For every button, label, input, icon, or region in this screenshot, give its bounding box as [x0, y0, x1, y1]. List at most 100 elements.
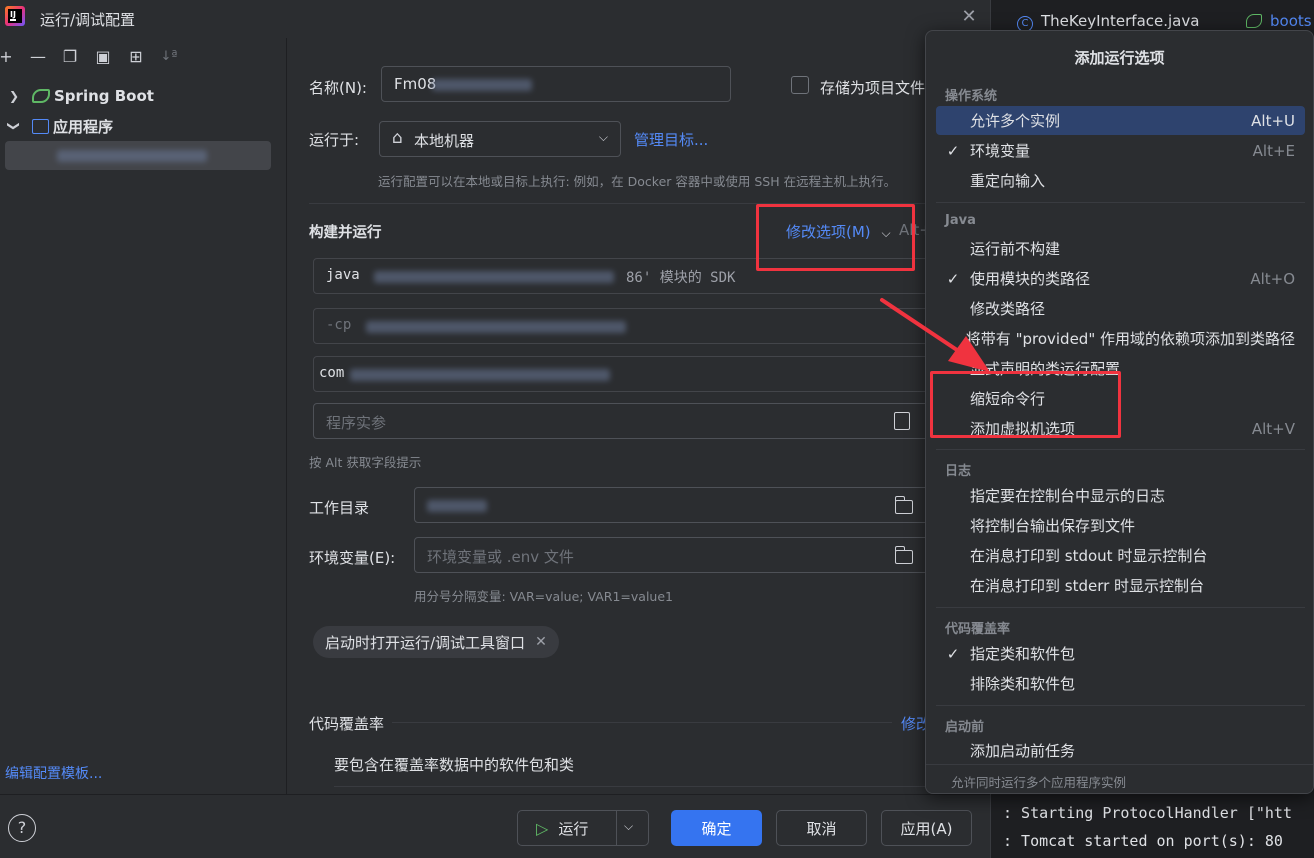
- section-header-before-launch: 启动前: [945, 720, 985, 735]
- config-sidebar: + — ❐ ▣ ⊞ ↓ª ❯ Spring Boot ❯ 应用程序 编辑配置模板…: [0, 38, 287, 794]
- check-icon: ✓: [946, 269, 960, 288]
- option-exclude-classes[interactable]: 排除类和软件包: [936, 669, 1305, 698]
- redacted-classpath: [366, 321, 626, 333]
- ok-button[interactable]: 确定: [671, 810, 762, 846]
- popup-footer-description: 允许同时运行多个应用程序实例: [926, 764, 1313, 793]
- option-console-on-stderr[interactable]: 在消息打印到 stderr 时显示控制台: [936, 571, 1305, 600]
- redacted-config-name: [57, 150, 207, 162]
- main-class-field[interactable]: com: [313, 356, 933, 392]
- help-icon[interactable]: ?: [8, 814, 36, 842]
- alt-hint: 按 Alt 获取字段提示: [309, 455, 422, 470]
- console-line: : Tomcat started on port(s): 80: [1003, 832, 1283, 850]
- option-save-console-output[interactable]: 将控制台输出保存到文件: [936, 511, 1305, 540]
- folder-icon[interactable]: [894, 546, 913, 564]
- build-run-header: 构建并运行: [309, 225, 382, 241]
- name-field[interactable]: Fm08: [381, 66, 731, 102]
- redacted-sdk: [374, 271, 614, 283]
- store-as-project-file-label: 存储为项目文件: [820, 79, 926, 97]
- env-field[interactable]: 环境变量或 .env 文件: [414, 537, 934, 573]
- divider: [936, 449, 1305, 450]
- section-header-logs: 日志: [945, 464, 972, 479]
- section-header-os: 操作系统: [945, 89, 998, 104]
- env-label: 环境变量(E):: [309, 549, 396, 567]
- section-header-coverage: 代码覆盖率: [945, 622, 1011, 637]
- redacted-workdir: [427, 500, 487, 512]
- classpath-field[interactable]: -cp: [313, 308, 933, 344]
- program-args-field[interactable]: 程序实参: [313, 403, 933, 439]
- name-label: 名称(N):: [309, 79, 367, 97]
- option-provided-scope[interactable]: 将带有 "provided" 作用域的依赖项添加到类路径: [936, 324, 1305, 353]
- popup-title: 添加运行选项: [1074, 49, 1165, 67]
- copy-icon[interactable]: ❐: [60, 46, 80, 68]
- check-icon: ✓: [946, 141, 960, 160]
- tree-item-label: Spring Boot: [54, 87, 154, 105]
- chevron-down-icon: ❯: [7, 120, 21, 132]
- workdir-label: 工作目录: [309, 499, 370, 517]
- annotation-box-shorten-command-line: [930, 371, 1121, 438]
- editor-tab-boots[interactable]: boots: [1246, 12, 1312, 30]
- folder-icon[interactable]: [894, 496, 913, 514]
- option-logs-in-console[interactable]: 指定要在控制台中显示的日志: [936, 481, 1305, 510]
- add-icon[interactable]: +: [0, 46, 16, 68]
- divider: [936, 607, 1305, 608]
- new-folder-icon[interactable]: ⊞: [126, 46, 146, 68]
- option-specify-classes[interactable]: ✓ 指定类和软件包: [936, 639, 1305, 668]
- config-form: 名称(N): Fm08 存储为项目文件 运行于: ⌂ 本地机器 ⌵ 管理目标..…: [287, 38, 990, 794]
- option-env-vars[interactable]: ✓ 环境变量 Alt+E: [936, 136, 1305, 165]
- option-redirect-input[interactable]: 重定向输入: [936, 166, 1305, 195]
- workdir-field[interactable]: [414, 487, 934, 523]
- dialog-title-bar: IJ 运行/调试配置 ✕: [0, 0, 990, 38]
- divider: [392, 722, 892, 723]
- console-line: : Starting ProtocolHandler ["htt: [1003, 804, 1292, 822]
- save-icon[interactable]: ▣: [93, 46, 113, 68]
- split-divider: [616, 811, 617, 845]
- edit-templates-link[interactable]: 编辑配置模板...: [5, 763, 102, 783]
- tree-item-label: 应用程序: [53, 117, 114, 136]
- coverage-subheader: 要包含在覆盖率数据中的软件包和类: [334, 756, 575, 774]
- tree-item-application[interactable]: ❯ 应用程序: [6, 113, 113, 139]
- option-add-before-launch-task[interactable]: 添加启动前任务: [936, 736, 1305, 765]
- tree-item-spring-boot[interactable]: ❯ Spring Boot: [6, 83, 154, 109]
- dialog-title: 运行/调试配置: [40, 11, 136, 29]
- coverage-header: 代码覆盖率: [309, 715, 385, 733]
- section-header-java: Java: [945, 213, 976, 228]
- env-hint: 用分号分隔变量: VAR=value; VAR1=value1: [414, 589, 673, 604]
- expand-text-icon[interactable]: [894, 412, 910, 430]
- option-no-build[interactable]: 运行前不构建: [936, 234, 1305, 263]
- divider: [936, 202, 1305, 203]
- remove-icon[interactable]: —: [28, 46, 48, 68]
- selected-config-row[interactable]: [5, 141, 271, 170]
- divider: [287, 681, 990, 682]
- home-icon: ⌂: [392, 128, 403, 148]
- manage-targets-link[interactable]: 管理目标...: [634, 129, 708, 150]
- chevron-down-icon[interactable]: ⌵: [624, 819, 633, 834]
- run-on-hint: 运行配置可以在本地或目标上执行: 例如，在 Docker 容器中或使用 SSH …: [378, 174, 897, 189]
- chevron-down-icon: ⌵: [598, 130, 608, 144]
- store-as-project-file-checkbox[interactable]: [791, 76, 809, 94]
- editor-tab-thekeyinterface[interactable]: C TheKeyInterface.java: [1017, 12, 1199, 32]
- annotation-box-modify-options: [756, 204, 915, 271]
- application-icon: [32, 118, 49, 134]
- cancel-button[interactable]: 取消: [776, 810, 867, 846]
- chevron-right-icon: ❯: [8, 89, 20, 103]
- sort-icon[interactable]: ↓ª: [159, 46, 179, 68]
- close-icon[interactable]: ✕: [959, 6, 979, 28]
- open-tool-window-chip[interactable]: 启动时打开运行/调试工具窗口 ✕: [313, 626, 559, 658]
- intellij-logo-icon: IJ: [5, 6, 25, 26]
- option-modify-classpath[interactable]: 修改类路径: [936, 294, 1305, 323]
- close-icon[interactable]: ✕: [535, 634, 547, 650]
- redacted-main-class: [350, 369, 610, 381]
- apply-button[interactable]: 应用(A): [881, 810, 972, 846]
- spring-leaf-icon: [1246, 14, 1262, 28]
- run-on-label: 运行于:: [309, 131, 360, 149]
- divider: [334, 786, 934, 787]
- run-on-select[interactable]: ⌂ 本地机器 ⌵: [379, 121, 621, 157]
- option-module-classpath[interactable]: ✓ 使用模块的类路径 Alt+O: [936, 264, 1305, 293]
- option-allow-multiple-instances[interactable]: 允许多个实例 Alt+U: [936, 106, 1305, 135]
- divider: [936, 705, 1305, 706]
- run-play-icon: ▷: [536, 818, 549, 838]
- check-icon: ✓: [946, 644, 960, 663]
- option-console-on-stdout[interactable]: 在消息打印到 stdout 时显示控制台: [936, 541, 1305, 570]
- spring-boot-icon: [32, 89, 50, 103]
- run-button[interactable]: ▷ 运行 ⌵: [517, 810, 649, 846]
